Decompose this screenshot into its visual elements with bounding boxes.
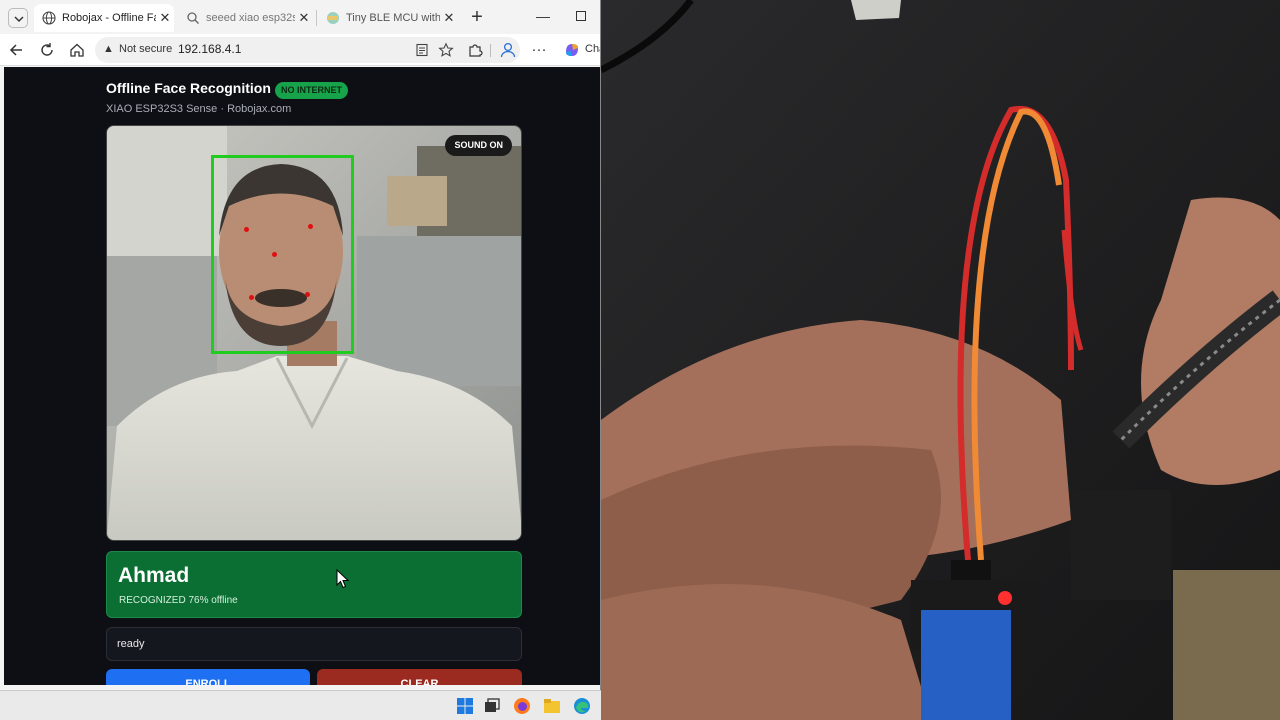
- close-tab-icon[interactable]: ✕: [440, 10, 458, 26]
- chevron-down-icon: [14, 16, 24, 23]
- search-icon: [187, 12, 199, 24]
- face-detection-box: [211, 155, 354, 354]
- browser-toolbar: ▲ Not secure 192.168.4.1 ··· Cha: [0, 34, 600, 66]
- face-landmark-left-eye: [244, 227, 249, 232]
- extensions-icon[interactable]: [465, 40, 485, 60]
- clear-button[interactable]: CLEAR: [317, 669, 522, 685]
- tab-title: seeed xiao esp32s3: [206, 12, 295, 24]
- site-favicon-icon: [327, 12, 339, 24]
- recognized-name: Ahmad: [118, 564, 190, 587]
- page-title: Offline Face Recognition: [106, 80, 271, 96]
- tab-title: Tiny BLE MCU with c: [346, 12, 440, 24]
- profile-icon[interactable]: [498, 40, 518, 60]
- more-menu-icon[interactable]: ···: [529, 40, 549, 60]
- close-tab-icon[interactable]: ✕: [156, 10, 174, 26]
- face-landmark-mouth-right: [305, 292, 310, 297]
- address-bar[interactable]: ▲ Not secure 192.168.4.1: [95, 37, 520, 63]
- copilot-label[interactable]: Cha: [585, 43, 600, 55]
- web-page: Offline Face Recognition NO INTERNET XIA…: [4, 67, 600, 685]
- new-tab-button[interactable]: +: [466, 6, 488, 28]
- firefox-icon[interactable]: [512, 696, 532, 716]
- maximize-icon[interactable]: [576, 11, 586, 21]
- face-landmark-right-eye: [308, 224, 313, 229]
- task-view-icon[interactable]: [482, 696, 502, 716]
- camera-preview: SOUND ON: [106, 125, 522, 541]
- tab-actions-menu-button[interactable]: [8, 8, 28, 28]
- favorite-star-icon[interactable]: [438, 42, 454, 58]
- recognition-detail: RECOGNIZED 76% offline: [119, 595, 238, 606]
- mouse-cursor-icon: [336, 569, 350, 589]
- camera-video-feed: [601, 0, 1280, 720]
- face-landmark-nose: [272, 252, 277, 257]
- tab-separator: [316, 10, 317, 26]
- tab-robojax[interactable]: Robojax - Offline Fac ✕: [34, 4, 174, 32]
- no-internet-badge: NO INTERNET: [275, 82, 349, 99]
- hardware-demo-image: [601, 0, 1280, 720]
- face-landmark-mouth-left: [249, 295, 254, 300]
- home-icon[interactable]: [67, 40, 87, 60]
- windows-start-icon[interactable]: [455, 696, 475, 716]
- security-indicator[interactable]: Not secure: [119, 43, 172, 55]
- toolbar-divider: [490, 44, 491, 57]
- status-box: ready: [106, 627, 522, 661]
- browser-window: Robojax - Offline Fac ✕ seeed xiao esp32…: [0, 0, 601, 690]
- refresh-icon[interactable]: [37, 40, 57, 60]
- reader-view-icon[interactable]: [415, 43, 429, 57]
- recognition-result-card: Ahmad RECOGNIZED 76% offline: [106, 551, 522, 618]
- url-text[interactable]: 192.168.4.1: [178, 42, 241, 56]
- copilot-icon[interactable]: [562, 40, 582, 60]
- taskbar: [0, 690, 601, 720]
- globe-icon: [42, 11, 56, 25]
- tab-title: Robojax - Offline Fac: [62, 12, 156, 24]
- page-subtitle: XIAO ESP32S3 Sense · Robojax.com: [106, 103, 292, 115]
- warning-icon[interactable]: ▲: [103, 43, 114, 55]
- edge-icon[interactable]: [572, 696, 592, 716]
- sound-toggle-button[interactable]: SOUND ON: [445, 135, 512, 156]
- status-text: ready: [117, 638, 145, 650]
- close-tab-icon[interactable]: ✕: [295, 10, 313, 26]
- tab-tiny-ble[interactable]: Tiny BLE MCU with c ✕: [318, 4, 458, 32]
- enroll-button[interactable]: ENROLL: [106, 669, 310, 685]
- back-arrow-icon[interactable]: [7, 40, 27, 60]
- minimize-icon[interactable]: —: [536, 8, 550, 24]
- file-explorer-icon[interactable]: [542, 696, 562, 716]
- tab-search[interactable]: seeed xiao esp32s3 ✕: [178, 4, 313, 32]
- tab-strip: Robojax - Offline Fac ✕ seeed xiao esp32…: [0, 0, 600, 34]
